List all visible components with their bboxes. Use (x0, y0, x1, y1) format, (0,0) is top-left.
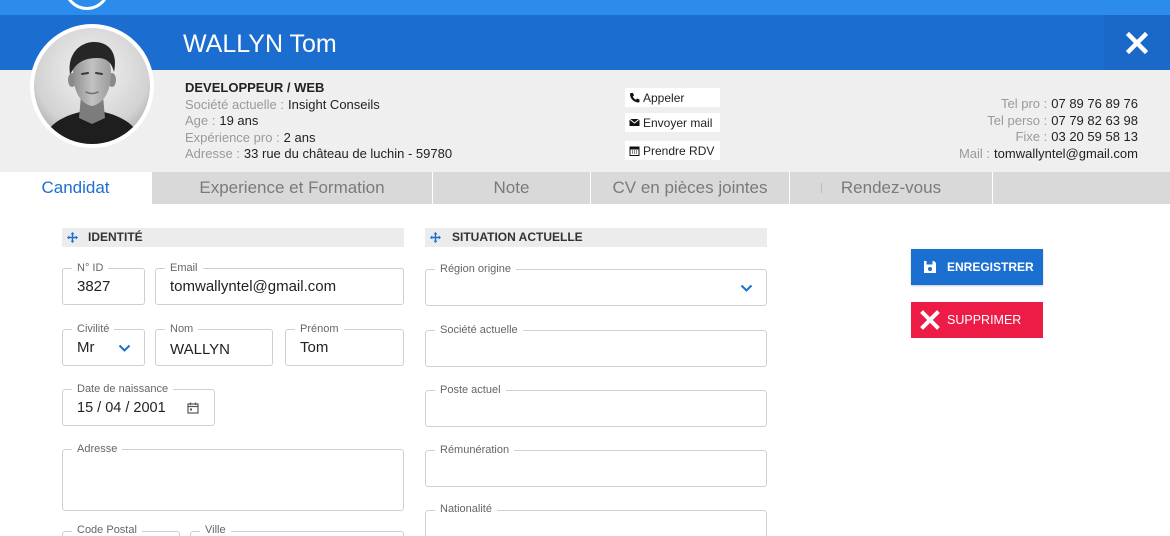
call-button-label: Appeler (643, 90, 685, 105)
current-company-value: Insight Conseils (288, 96, 380, 112)
delete-button-label: SUPPRIMER (947, 313, 1022, 327)
lastname-value: WALLYN (170, 340, 231, 358)
experience-label: Expérience pro : (185, 129, 280, 145)
move-icon (67, 232, 78, 243)
identity-section-title: IDENTITÉ (88, 230, 143, 244)
current-company-label: Société actuelle : (185, 96, 285, 112)
email-value: tomwallyntel@gmail.com (170, 278, 337, 295)
current-company-field[interactable]: Société actuelle (425, 324, 767, 367)
postal-code-label: Code Postal (72, 524, 142, 536)
firstname-field[interactable]: Prénom Tom (285, 323, 404, 366)
candidate-header: WALLYN Tom (0, 15, 1170, 70)
tab-cv-attachments[interactable]: CV en pièces jointes (591, 172, 789, 204)
situation-section-title: SITUATION ACTUELLE (452, 230, 583, 244)
tel-pro-row: Tel pro :07 89 76 89 76 (959, 96, 1138, 113)
age-label: Age : (185, 113, 216, 128)
calendar-icon (629, 146, 640, 156)
mail-row: Mail : tomwallyntel@gmail.com (959, 146, 1138, 163)
current-position-field[interactable]: Poste actuel (425, 384, 767, 427)
top-strip (0, 0, 1170, 15)
identity-section-header: IDENTITÉ (62, 228, 404, 247)
call-button[interactable]: Appeler (625, 88, 720, 107)
tab-rendez-vous[interactable]: Rendez-vous (790, 172, 992, 204)
birthdate-value: 15 / 04 / 2001 (77, 399, 166, 416)
address-field[interactable]: Adresse (62, 443, 404, 511)
region-label: Région origine (435, 263, 516, 275)
candidate-name: WALLYN Tom (183, 30, 337, 58)
city-field[interactable]: Ville (190, 524, 404, 536)
tel-pro-value[interactable]: 07 89 76 89 76 (1051, 96, 1138, 111)
user-circle-icon (64, 0, 110, 10)
mail-value[interactable]: tomwallyntel@gmail.com (994, 146, 1138, 161)
tab-separator (821, 183, 822, 193)
lastname-field[interactable]: Nom WALLYN (155, 323, 273, 366)
appointment-button-label: Prendre RDV (643, 143, 715, 158)
region-select[interactable]: Région origine (425, 263, 767, 306)
firstname-value: Tom (300, 339, 329, 356)
close-icon (1126, 31, 1148, 54)
fixe-label: Fixe : (1015, 129, 1048, 144)
tab-candidat[interactable]: Candidat (0, 172, 151, 204)
tel-perso-value[interactable]: 07 79 82 63 98 (1051, 113, 1138, 128)
current-company-field-label: Société actuelle (435, 324, 523, 336)
phone-icon (630, 93, 640, 103)
postal-code-field[interactable]: Code Postal (62, 524, 180, 536)
city-label: Ville (200, 524, 231, 536)
current-position-label: Poste actuel (435, 384, 506, 396)
address-value: 33 rue du château de luchin - 59780 (243, 146, 453, 161)
contact-details: Tel pro :07 89 76 89 76 Tel perso :07 79… (959, 96, 1138, 162)
tab-empty (993, 172, 1170, 204)
tab-rendez-vous-label: Rendez-vous (840, 178, 942, 197)
tab-experience-formation[interactable]: Experience et Formation (152, 172, 432, 204)
chevron-down-icon (740, 284, 753, 292)
address-field-label: Adresse (72, 443, 123, 455)
avatar-photo (34, 28, 150, 144)
save-button[interactable]: ENREGISTRER (911, 249, 1043, 285)
address-label: Adresse : (185, 146, 240, 161)
salary-field[interactable]: Rémunération (425, 444, 767, 487)
tab-note[interactable]: Note (433, 172, 590, 204)
situation-section-header: SITUATION ACTUELLE (425, 228, 767, 247)
tel-pro-label: Tel pro : (1001, 96, 1048, 111)
avatar (30, 24, 154, 148)
save-icon (924, 261, 936, 273)
close-button[interactable] (1104, 15, 1170, 70)
send-mail-button-label: Envoyer mail (643, 115, 713, 130)
envelope-icon (629, 118, 640, 126)
save-button-label: ENREGISTRER (947, 260, 1034, 274)
job-title: DEVELOPPEUR / WEB (185, 80, 325, 95)
email-field[interactable]: Email tomwallyntel@gmail.com (155, 262, 404, 305)
fixe-value[interactable]: 03 20 59 58 13 (1051, 129, 1138, 144)
tel-perso-row: Tel perso :07 79 82 63 98 (959, 113, 1138, 130)
mail-label: Mail : (958, 145, 991, 161)
nationality-label: Nationalité (435, 503, 497, 515)
current-company-row: Société actuelle : Insight Conseils (185, 97, 452, 114)
delete-button[interactable]: SUPPRIMER (911, 302, 1043, 338)
appointment-button[interactable]: Prendre RDV (625, 141, 720, 160)
address-row: Adresse :33 rue du château de luchin - 5… (185, 146, 452, 163)
send-mail-button[interactable]: Envoyer mail (625, 113, 720, 132)
id-field[interactable]: N° ID 3827 (62, 262, 145, 305)
birthdate-field[interactable]: Date de naissance 15 / 04 / 2001 (62, 383, 215, 426)
move-icon (430, 232, 441, 243)
nationality-field[interactable]: Nationalité (425, 503, 767, 536)
close-icon (920, 310, 940, 330)
experience-row: Expérience pro :2 ans (185, 130, 452, 147)
profile-details: DEVELOPPEUR / WEB Société actuelle : Insi… (185, 80, 452, 163)
id-value: 3827 (77, 278, 111, 295)
calendar-icon[interactable] (187, 402, 199, 414)
age-value: 19 ans (219, 113, 259, 128)
civility-select[interactable]: Civilité Mr (62, 323, 145, 366)
experience-value: 2 ans (283, 129, 316, 145)
chevron-down-icon (118, 344, 131, 352)
salary-label: Rémunération (435, 444, 515, 456)
fixe-row: Fixe :03 20 59 58 13 (959, 129, 1138, 146)
tel-perso-label: Tel perso : (987, 112, 1048, 128)
civility-value: Mr (77, 339, 95, 356)
age-row: Age :19 ans (185, 113, 452, 130)
